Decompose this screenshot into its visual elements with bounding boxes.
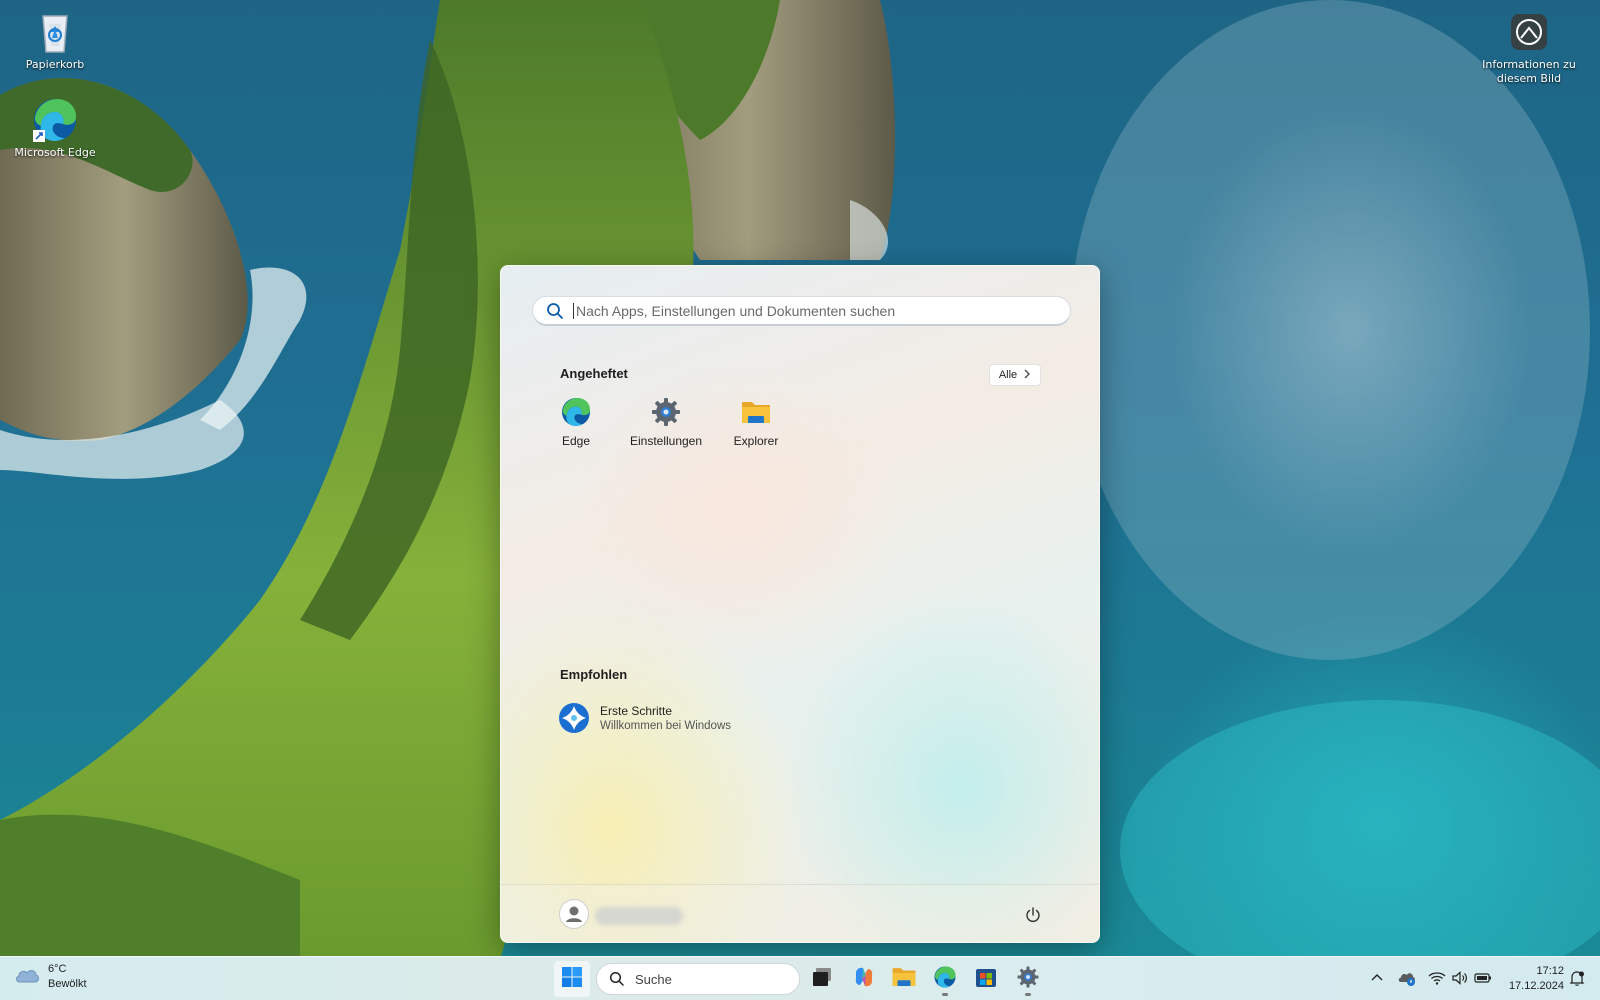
start-menu-footer	[501, 884, 1099, 942]
edge-icon	[560, 396, 592, 428]
onedrive-icon[interactable]	[1398, 969, 1416, 987]
image-info-label: Informationen zu diesem Bild	[1482, 58, 1576, 85]
pinned-section-title: Angeheftet	[560, 366, 628, 381]
clock-date: 17.12.2024	[1508, 980, 1564, 992]
get-started-icon	[558, 702, 590, 734]
edge-icon	[933, 965, 957, 993]
desktop-icon-image-info[interactable]: Informationen zu diesem Bild	[1481, 8, 1577, 86]
copilot-icon	[852, 965, 876, 993]
taskbar-settings[interactable]	[1010, 961, 1046, 997]
weather-widget[interactable]: 6°C Bewölkt	[14, 962, 87, 992]
running-indicator	[942, 993, 948, 996]
start-search-input[interactable]	[573, 302, 1053, 319]
power-icon[interactable]	[1023, 905, 1043, 925]
search-icon	[609, 971, 625, 987]
windows-logo-icon	[561, 966, 583, 992]
edge-icon	[31, 96, 79, 144]
recycle-bin-label: Papierkorb	[25, 58, 85, 71]
recycle-bin-icon	[31, 8, 79, 56]
pinned-app-edge[interactable]: Edge	[533, 396, 619, 448]
pinned-app-settings-label: Einstellungen	[629, 434, 703, 448]
taskbar-copilot[interactable]	[846, 961, 882, 997]
microsoft-edge-label: Microsoft Edge	[14, 146, 96, 159]
pinned-app-explorer-label: Explorer	[733, 434, 779, 448]
settings-gear-icon	[1016, 965, 1040, 993]
battery-icon[interactable]	[1474, 969, 1492, 987]
start-button[interactable]	[554, 961, 590, 997]
recommended-item-get-started[interactable]: Erste Schritte Willkommen bei Windows	[558, 698, 798, 738]
taskbar-task-view[interactable]	[804, 961, 840, 997]
desktop-icon-recycle-bin[interactable]: Papierkorb	[9, 8, 101, 72]
taskbar-search-box[interactable]: Suche	[596, 963, 800, 995]
taskbar: 6°C Bewölkt Suche 17:12 17.12.2024	[0, 956, 1600, 1000]
wifi-icon[interactable]	[1428, 969, 1446, 987]
user-avatar-icon[interactable]	[559, 899, 589, 929]
taskbar-search-label: Suche	[635, 971, 672, 987]
store-icon	[975, 966, 997, 992]
volume-icon[interactable]	[1451, 969, 1469, 987]
pinned-app-explorer[interactable]: Explorer	[713, 396, 799, 448]
task-view-icon	[811, 966, 833, 992]
cloud-icon	[14, 965, 40, 989]
running-indicator	[1025, 993, 1031, 996]
folder-icon	[891, 965, 917, 993]
settings-gear-icon	[650, 396, 682, 428]
all-apps-button[interactable]: Alle	[989, 364, 1041, 386]
taskbar-edge[interactable]	[927, 961, 963, 997]
recommended-item-subtitle: Willkommen bei Windows	[600, 720, 732, 732]
taskbar-clock[interactable]: 17:12 17.12.2024	[1496, 964, 1564, 994]
taskbar-store[interactable]	[968, 961, 1004, 997]
start-search-box[interactable]	[532, 296, 1071, 326]
camera-info-icon	[1505, 8, 1553, 56]
weather-temperature: 6°C	[48, 963, 67, 975]
user-name-redacted[interactable]	[595, 907, 683, 925]
recommended-item-title: Erste Schritte	[600, 704, 673, 718]
notification-bell-icon[interactable]	[1568, 969, 1586, 987]
taskbar-explorer[interactable]	[886, 961, 922, 997]
chevron-up-icon[interactable]	[1368, 969, 1386, 987]
chevron-right-icon	[1023, 369, 1031, 382]
pinned-app-settings[interactable]: Einstellungen	[623, 396, 709, 448]
weather-condition: Bewölkt	[48, 978, 87, 990]
recommended-section-title: Empfohlen	[560, 667, 628, 682]
all-apps-label: Alle	[998, 369, 1018, 381]
folder-icon	[740, 396, 772, 428]
pinned-app-edge-label: Edge	[561, 434, 591, 448]
start-menu: Angeheftet Alle Edge	[500, 265, 1100, 943]
search-icon	[545, 301, 565, 321]
desktop-icon-microsoft-edge[interactable]: Microsoft Edge	[9, 96, 101, 160]
clock-time: 17:12	[1536, 965, 1564, 977]
